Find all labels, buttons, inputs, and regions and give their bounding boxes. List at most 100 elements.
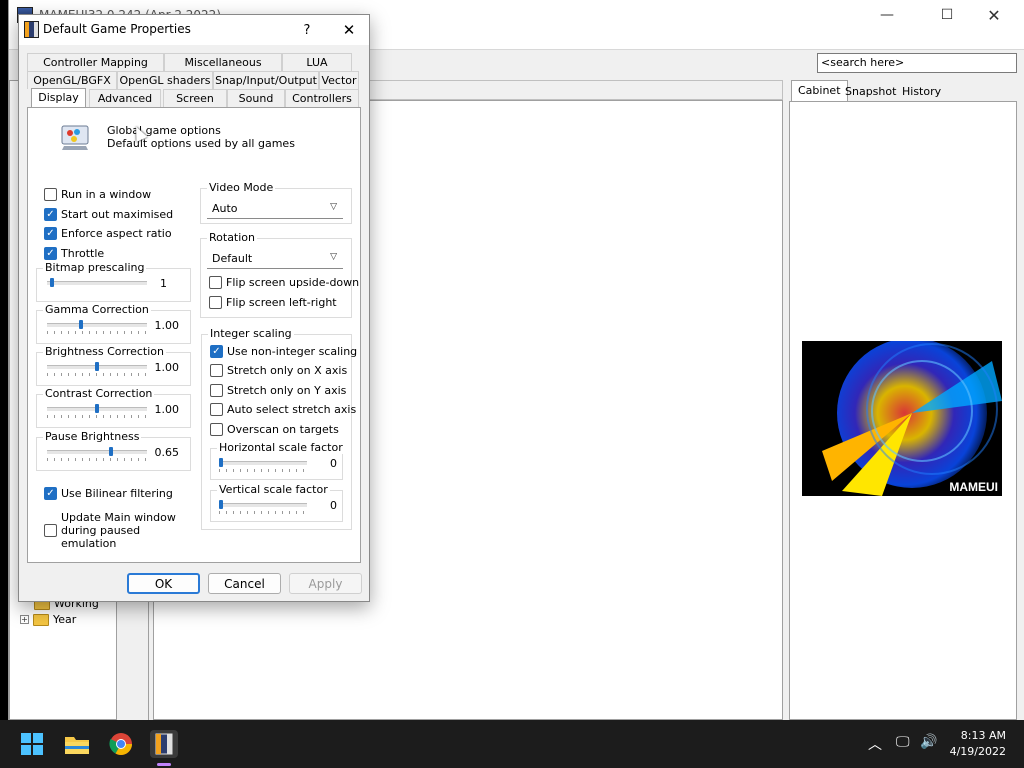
expand-icon[interactable]: + <box>20 615 29 624</box>
tab-history[interactable]: History <box>896 82 947 102</box>
volume-icon[interactable]: 🔊 <box>920 734 937 750</box>
dialog-close-button[interactable]: ✕ <box>327 15 371 45</box>
group-label: Contrast Correction <box>43 387 155 400</box>
checkbox-box[interactable] <box>210 423 223 436</box>
group-label: Vertical scale factor <box>217 483 330 496</box>
tab-lua[interactable]: LUA <box>282 53 352 71</box>
tree-item-year[interactable]: + Year <box>20 613 76 626</box>
checkbox-label: Use Bilinear filtering <box>61 487 173 500</box>
checkbox-box[interactable] <box>210 364 223 377</box>
stretch-x-checkbox[interactable]: Stretch only on X axis <box>210 364 347 377</box>
overscan-targets-checkbox[interactable]: Overscan on targets <box>210 423 339 436</box>
tab-opengl-shaders[interactable]: OpenGL shaders <box>117 71 213 89</box>
network-icon[interactable]: 🖵 <box>896 734 910 750</box>
vertical-scale-group: Vertical scale factor 0 <box>210 483 343 522</box>
tab-sound[interactable]: Sound <box>227 89 285 107</box>
pause-brightness-group: Pause Brightness 0.65 <box>36 430 191 471</box>
gamma-slider[interactable] <box>47 323 147 327</box>
close-icon[interactable]: ✕ <box>971 0 1017 30</box>
help-button[interactable]: ? <box>289 15 325 45</box>
maximize-icon[interactable]: ☐ <box>924 0 970 30</box>
windows-taskbar: ︿ 🖵 🔊 8:13 AM 4/19/2022 <box>0 720 1024 768</box>
options-heading: Global game options <box>107 124 221 137</box>
tab-vector[interactable]: Vector <box>319 71 359 89</box>
tab-snapshot[interactable]: Snapshot <box>839 82 902 102</box>
enforce-aspect-checkbox[interactable]: ✓ Enforce aspect ratio <box>44 227 172 240</box>
dialog-titlebar: Default Game Properties ? ✕ <box>19 15 369 45</box>
checkbox-label: Start out maximised <box>61 208 174 221</box>
pause-brightness-slider[interactable] <box>47 450 147 454</box>
auto-stretch-axis-checkbox[interactable]: Auto select stretch axis <box>210 403 356 416</box>
slider-thumb[interactable] <box>219 458 223 467</box>
update-main-window-checkbox[interactable]: Update Main window during paused emulati… <box>44 511 176 550</box>
tab-screen[interactable]: Screen <box>163 89 227 107</box>
ok-button[interactable]: OK <box>127 573 200 594</box>
slider-thumb[interactable] <box>95 362 99 371</box>
checkbox-box[interactable] <box>44 188 57 201</box>
horizontal-scale-slider[interactable] <box>219 461 307 465</box>
slider-thumb[interactable] <box>219 500 223 509</box>
windows-start-icon[interactable] <box>18 730 46 758</box>
tab-controller-mapping[interactable]: Controller Mapping <box>27 53 164 71</box>
global-options-icon <box>61 125 89 150</box>
checkmark-icon[interactable]: ✓ <box>44 247 57 260</box>
start-maximised-checkbox[interactable]: ✓ Start out maximised <box>44 208 173 221</box>
group-label: Integer scaling <box>208 327 294 340</box>
vertical-scale-slider[interactable] <box>219 503 307 507</box>
minimize-icon[interactable]: — <box>864 0 910 30</box>
slider-thumb[interactable] <box>95 404 99 413</box>
checkbox-box[interactable] <box>210 384 223 397</box>
checkmark-icon[interactable]: ✓ <box>210 345 223 358</box>
video-mode-select[interactable]: Auto ▽ <box>207 199 343 219</box>
tab-miscellaneous[interactable]: Miscellaneous <box>164 53 282 71</box>
chevron-down-icon[interactable]: ▽ <box>330 202 337 212</box>
checkbox-label: Auto select stretch axis <box>227 403 357 416</box>
display-tab-panel: Global game options Default options used… <box>27 107 361 563</box>
rotation-select[interactable]: Default ▽ <box>207 249 343 269</box>
non-integer-scaling-checkbox[interactable]: ✓ Use non-integer scaling <box>210 345 357 358</box>
file-explorer-icon[interactable] <box>63 730 91 758</box>
picture-tabs: Cabinet Snapshot History <box>789 80 1019 102</box>
chevron-up-icon[interactable]: ︿ <box>868 734 882 754</box>
horizontal-scale-group: Horizontal scale factor 0 <box>210 441 345 480</box>
checkbox-box[interactable] <box>209 276 222 289</box>
tab-advanced[interactable]: Advanced <box>89 89 161 107</box>
tab-display[interactable]: Display <box>31 88 86 108</box>
checkbox-label: Enforce aspect ratio <box>61 227 172 240</box>
stretch-y-checkbox[interactable]: Stretch only on Y axis <box>210 384 346 397</box>
picture-pane: MAMEUI <box>789 101 1017 720</box>
chevron-down-icon[interactable]: ▽ <box>330 252 337 262</box>
search-input[interactable]: <search here> <box>817 53 1017 73</box>
cancel-button[interactable]: Cancel <box>208 573 281 594</box>
apply-button[interactable]: Apply <box>289 573 362 594</box>
slider-thumb[interactable] <box>49 278 54 287</box>
select-value: Default <box>212 252 253 265</box>
checkbox-box[interactable] <box>210 403 223 416</box>
slider-thumb[interactable] <box>78 320 83 329</box>
slider-ticks <box>47 373 147 376</box>
tab-opengl-bgfx[interactable]: OpenGL/BGFX <box>27 71 117 89</box>
clock[interactable]: 8:13 AM 4/19/2022 <box>950 728 1006 760</box>
checkmark-icon[interactable]: ✓ <box>44 208 57 221</box>
slider-thumb[interactable] <box>109 447 114 456</box>
checkmark-icon[interactable]: ✓ <box>44 227 57 240</box>
checkbox-label: Use non-integer scaling <box>227 345 358 358</box>
bitmap-prescaling-slider[interactable] <box>47 281 147 285</box>
checkbox-box[interactable] <box>44 524 57 537</box>
slider-ticks <box>219 469 307 472</box>
group-label: Pause Brightness <box>43 430 142 443</box>
slider-value: 1.00 <box>154 361 180 374</box>
throttle-checkbox[interactable]: ✓ Throttle <box>44 247 104 260</box>
bilinear-filtering-checkbox[interactable]: ✓ Use Bilinear filtering <box>44 487 173 500</box>
checkbox-label: Flip screen left-right <box>226 296 337 309</box>
chrome-icon[interactable] <box>107 730 135 758</box>
flip-left-right-checkbox[interactable]: Flip screen left-right <box>209 296 337 309</box>
tab-snap-input-output[interactable]: Snap/Input/Output <box>213 71 319 89</box>
run-in-window-checkbox[interactable]: Run in a window <box>44 188 151 201</box>
flip-upside-down-checkbox[interactable]: Flip screen upside-down <box>209 276 359 289</box>
checkmark-icon[interactable]: ✓ <box>44 487 57 500</box>
mameui-taskbar-icon[interactable] <box>150 730 178 758</box>
checkbox-box[interactable] <box>209 296 222 309</box>
slider-value: 1.00 <box>154 403 180 416</box>
tab-controllers[interactable]: Controllers <box>285 89 359 107</box>
